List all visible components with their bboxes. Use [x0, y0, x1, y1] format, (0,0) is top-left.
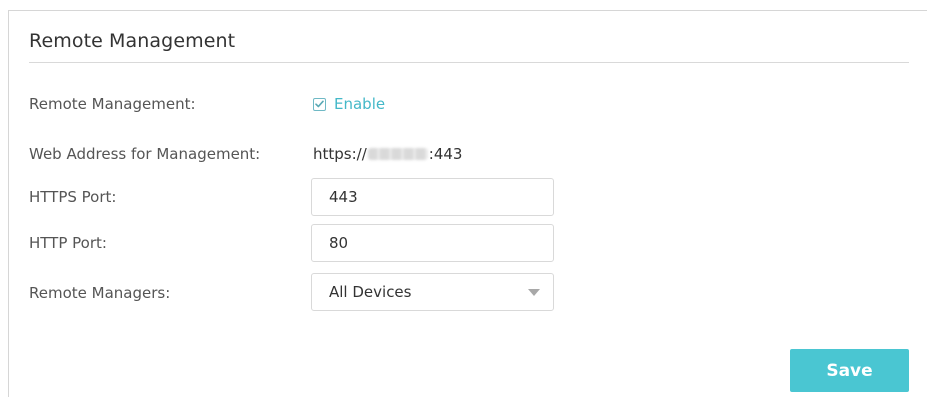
- checkmark-icon: [315, 100, 324, 108]
- enable-checkbox-control[interactable]: Enable: [313, 95, 385, 113]
- web-address-label: Web Address for Management:: [29, 145, 261, 163]
- redacted-host: [367, 148, 428, 160]
- dropdown-arrow-icon[interactable]: [528, 289, 540, 296]
- web-address-value: https:// :443: [313, 145, 462, 163]
- section-title: Remote Management: [29, 30, 236, 52]
- https-port-label: HTTPS Port:: [29, 188, 117, 206]
- http-port-input[interactable]: [329, 234, 529, 252]
- remote-managers-label: Remote Managers:: [29, 284, 171, 302]
- web-address-prefix: https://: [313, 145, 367, 163]
- https-port-field-box[interactable]: [311, 178, 554, 216]
- title-divider: [29, 62, 909, 63]
- https-port-input[interactable]: [329, 188, 529, 206]
- remote-management-label: Remote Management:: [29, 95, 196, 113]
- enable-checkbox[interactable]: [313, 97, 326, 111]
- http-port-field-box[interactable]: [311, 224, 554, 262]
- remote-managers-selected: All Devices: [329, 283, 412, 301]
- web-address-suffix: :443: [428, 145, 463, 163]
- http-port-label: HTTP Port:: [29, 234, 107, 252]
- enable-label[interactable]: Enable: [334, 95, 385, 113]
- remote-managers-select[interactable]: All Devices: [311, 273, 554, 311]
- save-button[interactable]: Save: [790, 349, 909, 392]
